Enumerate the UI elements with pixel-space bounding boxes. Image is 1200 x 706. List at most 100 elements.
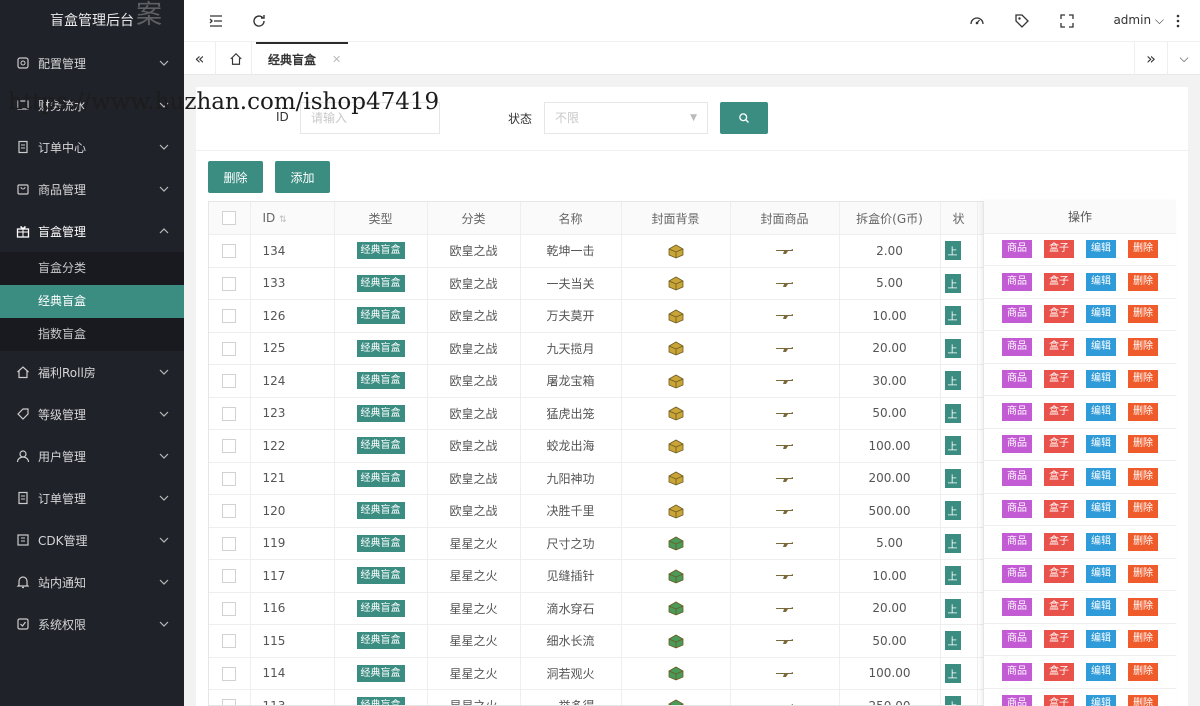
tabs-scroll-right-button[interactable]: »	[1134, 42, 1168, 75]
product-button[interactable]: 商品	[1002, 695, 1032, 706]
edit-button[interactable]: 编辑	[1086, 532, 1116, 551]
delete-row-button[interactable]: 删除	[1128, 532, 1158, 551]
box-button[interactable]: 盒子	[1044, 240, 1074, 259]
status-switch[interactable]: 上	[944, 273, 961, 293]
row-checkbox[interactable]	[222, 439, 237, 453]
sidebar-item-4[interactable]: 商品管理	[0, 168, 184, 210]
delete-row-button[interactable]: 删除	[1128, 370, 1158, 389]
row-checkbox[interactable]	[222, 666, 237, 681]
row-checkbox[interactable]	[222, 309, 237, 323]
edit-button[interactable]: 编辑	[1086, 630, 1116, 649]
box-button[interactable]: 盒子	[1044, 402, 1074, 421]
sidebar-item-10[interactable]: CDK管理	[0, 519, 184, 561]
row-checkbox[interactable]	[222, 601, 237, 616]
edit-button[interactable]: 编辑	[1086, 305, 1116, 324]
box-button[interactable]: 盒子	[1044, 467, 1074, 486]
status-switch[interactable]: 上	[944, 371, 961, 391]
row-checkbox[interactable]	[222, 471, 237, 486]
add-button[interactable]: 添加	[275, 161, 330, 193]
close-icon[interactable]: ✕	[332, 53, 341, 66]
delete-row-button[interactable]: 删除	[1128, 305, 1158, 324]
row-checkbox[interactable]	[222, 276, 237, 291]
box-button[interactable]: 盒子	[1044, 272, 1074, 291]
delete-row-button[interactable]: 删除	[1128, 435, 1158, 454]
delete-row-button[interactable]: 删除	[1128, 662, 1158, 681]
user-menu[interactable]: admin ⌵	[1113, 13, 1164, 28]
row-checkbox[interactable]	[222, 504, 237, 518]
tag-icon[interactable]	[1014, 13, 1030, 29]
sidebar-item-7[interactable]: 等级管理	[0, 393, 184, 435]
row-checkbox[interactable]	[222, 341, 237, 356]
status-switch[interactable]: 上	[944, 501, 961, 521]
delete-row-button[interactable]: 删除	[1128, 630, 1158, 649]
product-button[interactable]: 商品	[1002, 272, 1032, 291]
sidebar-item-3[interactable]: 订单中心	[0, 126, 184, 168]
status-switch[interactable]: 上	[944, 533, 961, 553]
delete-row-button[interactable]: 删除	[1128, 402, 1158, 421]
edit-button[interactable]: 编辑	[1086, 500, 1116, 519]
box-button[interactable]: 盒子	[1044, 305, 1074, 324]
edit-button[interactable]: 编辑	[1086, 337, 1116, 356]
edit-button[interactable]: 编辑	[1086, 662, 1116, 681]
product-button[interactable]: 商品	[1002, 240, 1032, 259]
status-switch[interactable]: 上	[944, 436, 961, 456]
edit-button[interactable]: 编辑	[1086, 597, 1116, 616]
sidebar-item-9[interactable]: 订单管理	[0, 477, 184, 519]
edit-button[interactable]: 编辑	[1086, 435, 1116, 454]
fullscreen-icon[interactable]	[1059, 13, 1075, 29]
home-tab[interactable]	[220, 42, 252, 75]
row-checkbox[interactable]	[222, 374, 237, 388]
edit-button[interactable]: 编辑	[1086, 240, 1116, 259]
sidebar-item-12[interactable]: 系统权限	[0, 603, 184, 645]
delete-row-button[interactable]: 删除	[1128, 337, 1158, 356]
product-button[interactable]: 商品	[1002, 402, 1032, 421]
box-button[interactable]: 盒子	[1044, 630, 1074, 649]
edit-button[interactable]: 编辑	[1086, 467, 1116, 486]
row-checkbox[interactable]	[222, 569, 237, 583]
product-button[interactable]: 商品	[1002, 467, 1032, 486]
delete-row-button[interactable]: 删除	[1128, 597, 1158, 616]
sidebar-item-6[interactable]: 福利Roll房	[0, 351, 184, 393]
sidebar-item-1[interactable]: 配置管理	[0, 42, 184, 84]
status-switch[interactable]: 上	[944, 403, 961, 423]
product-button[interactable]: 商品	[1002, 305, 1032, 324]
status-switch[interactable]: 上	[944, 631, 961, 651]
box-button[interactable]: 盒子	[1044, 597, 1074, 616]
row-checkbox[interactable]	[222, 699, 237, 705]
product-button[interactable]: 商品	[1002, 435, 1032, 454]
tab-classic-blind-box[interactable]: 经典盲盒 ✕	[256, 42, 348, 75]
delete-row-button[interactable]: 删除	[1128, 500, 1158, 519]
product-button[interactable]: 商品	[1002, 565, 1032, 584]
product-button[interactable]: 商品	[1002, 337, 1032, 356]
row-checkbox[interactable]	[222, 406, 237, 421]
product-button[interactable]: 商品	[1002, 532, 1032, 551]
delete-row-button[interactable]: 删除	[1128, 565, 1158, 584]
delete-row-button[interactable]: 删除	[1128, 240, 1158, 259]
product-button[interactable]: 商品	[1002, 370, 1032, 389]
status-switch[interactable]: 上	[944, 306, 961, 326]
status-switch[interactable]: 上	[944, 696, 961, 705]
row-checkbox[interactable]	[222, 634, 237, 648]
collapse-menu-icon[interactable]	[208, 13, 224, 29]
box-button[interactable]: 盒子	[1044, 337, 1074, 356]
product-button[interactable]: 商品	[1002, 500, 1032, 519]
refresh-icon[interactable]	[251, 13, 267, 29]
edit-button[interactable]: 编辑	[1086, 370, 1116, 389]
status-switch[interactable]: 上	[944, 663, 961, 683]
product-button[interactable]: 商品	[1002, 630, 1032, 649]
edit-button[interactable]: 编辑	[1086, 272, 1116, 291]
theme-icon[interactable]	[969, 13, 985, 29]
product-button[interactable]: 商品	[1002, 662, 1032, 681]
box-button[interactable]: 盒子	[1044, 370, 1074, 389]
box-button[interactable]: 盒子	[1044, 435, 1074, 454]
column-header[interactable]: ID ⇅	[250, 202, 335, 235]
tabs-dropdown-button[interactable]: ⌵	[1168, 42, 1200, 75]
product-button[interactable]: 商品	[1002, 597, 1032, 616]
sidebar-item-11[interactable]: 站内通知	[0, 561, 184, 603]
status-switch[interactable]: 上	[944, 468, 961, 488]
status-switch[interactable]: 上	[944, 241, 961, 261]
submenu-item-3[interactable]: 指数盲盒	[0, 318, 184, 351]
delete-button[interactable]: 删除	[208, 161, 263, 193]
box-button[interactable]: 盒子	[1044, 565, 1074, 584]
row-checkbox[interactable]	[222, 244, 237, 258]
